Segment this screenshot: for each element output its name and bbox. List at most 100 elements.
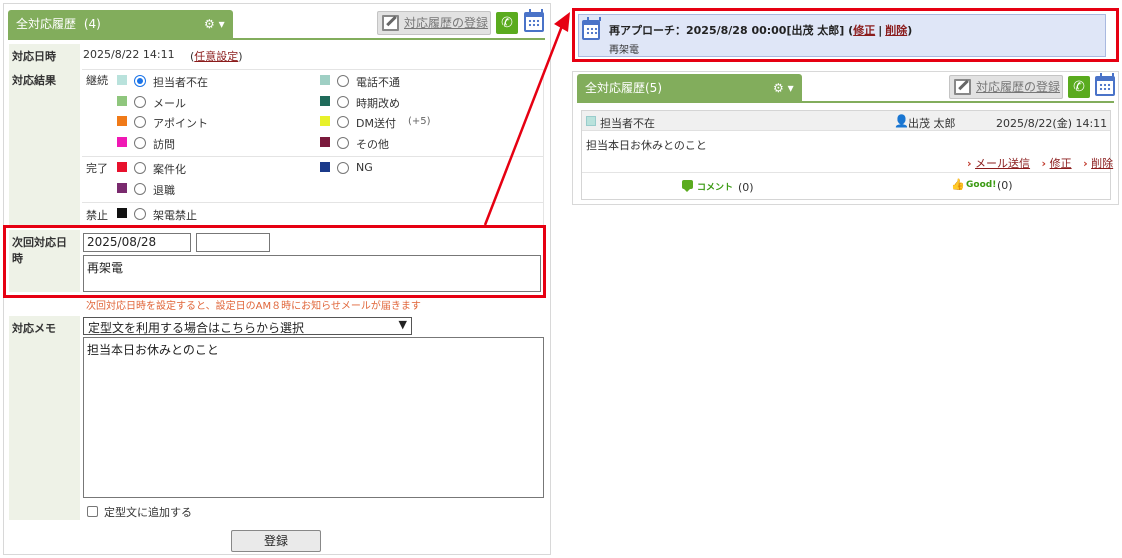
group-forbid: 禁止: [86, 209, 108, 222]
tab-underline: [8, 38, 545, 40]
result-radio[interactable]: [337, 137, 349, 149]
result-option-label: メール: [153, 97, 186, 110]
color-swatch: [117, 116, 127, 126]
notice-title: 再アプローチ：2025/8/28 00:00[出茂 太郎] (: [609, 24, 854, 37]
entry-datetime: 2025/8/22(金) 14:11: [996, 117, 1108, 130]
result-option-label: DM送付: [356, 117, 396, 130]
template-select-label: 定型文を利用する場合はこちらから選択: [88, 321, 305, 335]
chevron-right-icon: ›: [1083, 157, 1088, 170]
entry-edit-link[interactable]: 修正: [1050, 157, 1072, 170]
result-radio[interactable]: [134, 96, 146, 108]
result-radio[interactable]: [134, 116, 146, 128]
color-swatch: [320, 75, 330, 85]
status-swatch: [586, 116, 596, 126]
notify-hint: 次回対応日時を設定すると、設定日のAM８時にお知らせメールが届きます: [86, 301, 421, 312]
result-radio[interactable]: [337, 116, 349, 128]
all-history-tab-right[interactable]: 全対応履歴(5) ⚙ ▾: [577, 74, 802, 102]
register-history-label-right: 対応履歴の登録: [976, 80, 1061, 94]
all-history-tab[interactable]: 全対応履歴 (4) ⚙ ▾: [8, 10, 233, 38]
color-swatch: [320, 116, 330, 126]
register-history-button[interactable]: 対応履歴の登録: [377, 11, 491, 35]
thumbs-up-icon: 👍: [951, 178, 965, 191]
tab-title-right: 全対応履歴(5): [585, 81, 662, 95]
template-select[interactable]: 定型文を利用する場合はこちらから選択 ▼: [83, 317, 412, 335]
good-count: (0): [997, 179, 1013, 192]
callout-arrow: [483, 12, 570, 226]
user-icon: 👤: [894, 114, 909, 128]
result-radio[interactable]: [134, 162, 146, 174]
result-option-label: 担当者不在: [153, 76, 208, 89]
tab-count: (4): [83, 17, 101, 31]
submit-button[interactable]: 登録: [231, 530, 321, 552]
result-radio[interactable]: [337, 75, 349, 87]
notice-delete-link[interactable]: 削除: [885, 24, 907, 37]
gear-icon[interactable]: ⚙ ▾: [773, 74, 794, 102]
entry-delete-link[interactable]: 削除: [1091, 157, 1113, 170]
color-swatch: [320, 137, 330, 147]
color-swatch: [117, 183, 127, 193]
register-history-button-right[interactable]: 対応履歴の登録: [949, 75, 1063, 99]
result-option-label: その他: [356, 138, 389, 151]
register-history-label: 対応履歴の登録: [404, 16, 489, 30]
edit-icon: [382, 15, 399, 31]
notice-body: 再アプローチ：2025/8/28 00:00[出茂 太郎] (修正 | 削除) 再架…: [578, 14, 1106, 57]
result-option-label: 訪問: [153, 138, 175, 151]
color-swatch: [117, 162, 127, 172]
chevron-right-icon: ›: [967, 157, 972, 170]
result-radio[interactable]: [134, 208, 146, 220]
edit-icon: [954, 79, 971, 95]
comment-link[interactable]: コメント: [697, 180, 733, 193]
result-option-label: アポイント: [153, 117, 208, 130]
add-template-label: 定型文に追加する: [104, 506, 192, 519]
result-option-label: 電話不通: [356, 76, 400, 89]
custom-date-link[interactable]: 任意設定: [194, 50, 238, 63]
good-link[interactable]: Good!: [966, 180, 996, 190]
notice-edit-link[interactable]: 修正: [853, 24, 875, 37]
result-radio[interactable]: [134, 183, 146, 195]
chevron-down-icon: ▼: [398, 318, 407, 331]
tab-title: 全対応履歴: [16, 17, 77, 31]
date-value: 2025/8/22 14:11: [83, 48, 175, 61]
memo-label: 対応メモ: [9, 316, 80, 520]
group-continue: 継続: [86, 74, 108, 87]
color-swatch: [320, 162, 330, 172]
result-option-label: 退職: [153, 184, 175, 197]
color-swatch: [117, 208, 127, 218]
option-extra-count: (+5): [408, 116, 431, 127]
comment-icon: [682, 180, 693, 192]
color-swatch: [117, 137, 127, 147]
entry-header: 担当者不在 👤 出茂 太郎 2025/8/22(金) 14:11: [582, 111, 1110, 131]
gear-icon[interactable]: ⚙ ▾: [204, 10, 225, 38]
add-template-checkbox[interactable]: [87, 506, 98, 517]
result-radio[interactable]: [134, 75, 146, 87]
notice-note: 再架電: [609, 45, 639, 56]
result-option-label: 時期改め: [356, 97, 400, 110]
result-option-label: 架電禁止: [153, 209, 197, 222]
result-radio[interactable]: [134, 137, 146, 149]
memo-textarea[interactable]: 担当本日お休みとのこと: [83, 337, 544, 498]
reapproach-notice: 再アプローチ：2025/8/28 00:00[出茂 太郎] (修正 | 削除) 再架…: [572, 8, 1119, 62]
result-radio[interactable]: [337, 96, 349, 108]
send-mail-link[interactable]: メール送信: [975, 157, 1030, 170]
notice-separator: |: [878, 24, 883, 37]
comment-count: (0): [738, 181, 754, 194]
history-entry: 担当者不在 👤 出茂 太郎 2025/8/22(金) 14:11 担当本日お休み…: [581, 110, 1113, 200]
phone-icon[interactable]: ✆: [1068, 76, 1090, 98]
entry-status: 担当者不在: [600, 117, 655, 130]
tab-underline-right: [577, 101, 1114, 103]
color-swatch: [117, 96, 127, 106]
notice-close-paren: ): [907, 24, 913, 37]
date-label: 対応日時: [9, 44, 80, 70]
color-swatch: [117, 75, 127, 85]
chevron-right-icon: ›: [1041, 157, 1047, 170]
color-swatch: [320, 96, 330, 106]
entry-memo: 担当本日お休みとのこと: [586, 139, 707, 152]
result-option-label: 案件化: [153, 163, 186, 176]
highlight-next-date: [3, 225, 546, 298]
result-label: 対応結果: [9, 68, 80, 226]
calendar-icon[interactable]: [1095, 73, 1115, 96]
result-option-label: NG: [356, 161, 373, 174]
group-done: 完了: [86, 162, 108, 175]
result-radio[interactable]: [337, 162, 349, 174]
paren-close: ): [238, 50, 243, 63]
